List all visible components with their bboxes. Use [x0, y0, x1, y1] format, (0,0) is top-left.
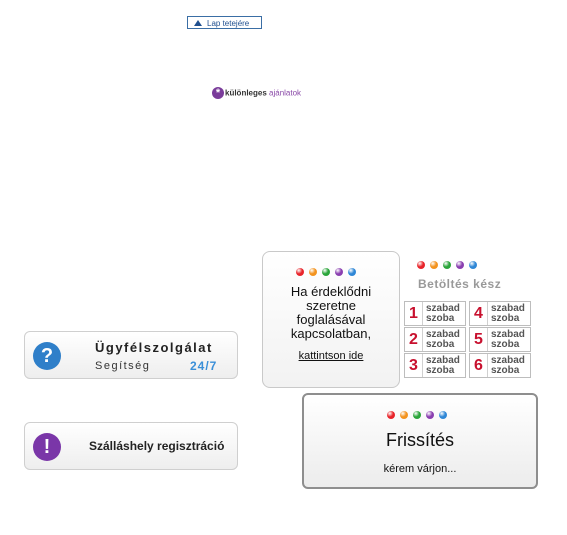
green-dot-icon: [322, 268, 330, 276]
inquiry-line: foglalásával: [296, 312, 366, 327]
room-cell[interactable]: 2 szabad szoba: [404, 327, 466, 352]
inquiry-line: kapcsolatban,: [290, 326, 372, 341]
loading-status: Betöltés kész: [418, 277, 502, 291]
blue-dot-icon: [469, 261, 477, 269]
inquiry-text: Ha érdeklődni szeretne foglalásával kapc…: [263, 285, 399, 341]
inquiry-line: szeretne: [306, 298, 356, 313]
room-type: szoba: [426, 365, 455, 376]
room-type: szoba: [426, 339, 455, 350]
room-number: 6: [470, 354, 488, 377]
purple-dot-icon: [335, 268, 343, 276]
refresh-title: Frissítés: [385, 430, 454, 450]
orange-dot-icon: [309, 268, 317, 276]
exclamation-icon: !: [33, 433, 61, 461]
arrow-up-icon: [194, 20, 202, 26]
purple-dot-icon: [456, 261, 464, 269]
service-subtitle: Segítség: [95, 360, 151, 372]
purple-dot-icon: [426, 411, 434, 419]
room-type: szoba: [491, 339, 520, 350]
back-to-top-link[interactable]: Lap tetejére: [187, 16, 262, 29]
room-cell[interactable]: 6 szabad szoba: [469, 353, 531, 378]
orange-dot-icon: [400, 411, 408, 419]
room-availability-grid: 1 szabad szoba 4 szabad szoba 2 szabad szob…: [404, 301, 532, 378]
offers-word-2: ajánlatok: [269, 88, 302, 98]
special-offers-logo[interactable]: * különleges ajánlatok: [212, 87, 301, 99]
room-cell[interactable]: 3 szabad szoba: [404, 353, 466, 378]
customer-service-button[interactable]: ? Ügyfélszolgálat Segítség 24/7: [24, 331, 238, 379]
orange-dot-icon: [430, 261, 438, 269]
red-dot-icon: [387, 411, 395, 419]
service-hours: 24/7: [190, 359, 218, 373]
status-dots: [417, 261, 477, 269]
room-cell[interactable]: 5 szabad szoba: [469, 327, 531, 352]
room-number: 2: [405, 328, 423, 351]
green-dot-icon: [413, 411, 421, 419]
room-number: 5: [470, 328, 488, 351]
room-number: 3: [405, 354, 423, 377]
question-icon: ?: [33, 342, 61, 370]
back-to-top-label: Lap tetejére: [207, 19, 250, 28]
blue-dot-icon: [439, 411, 447, 419]
inquiry-box: Ha érdeklődni szeretne foglalásával kapc…: [262, 251, 400, 388]
star-icon: *: [212, 87, 224, 99]
blue-dot-icon: [348, 268, 356, 276]
red-dot-icon: [296, 268, 304, 276]
service-title: Ügyfélszolgálat: [95, 340, 213, 355]
room-cell[interactable]: 1 szabad szoba: [404, 301, 466, 326]
loading-dots: [296, 268, 356, 276]
inquiry-link[interactable]: kattintson ide: [263, 350, 399, 362]
room-number: 4: [470, 302, 488, 325]
loading-dots: [387, 411, 447, 419]
room-type: szoba: [426, 313, 455, 324]
offers-word-1: különleges: [225, 88, 267, 98]
inquiry-line: Ha érdeklődni: [290, 284, 372, 299]
green-dot-icon: [443, 261, 451, 269]
red-dot-icon: [417, 261, 425, 269]
room-type: szoba: [491, 313, 520, 324]
room-number: 1: [405, 302, 423, 325]
room-type: szoba: [491, 365, 520, 376]
registration-label: Szálláshely regisztráció: [89, 439, 225, 453]
accommodation-registration-button[interactable]: ! Szálláshely regisztráció: [24, 422, 238, 470]
refresh-dialog: Frissítés kérem várjon...: [302, 393, 538, 489]
refresh-subtitle: kérem várjon...: [383, 463, 457, 475]
room-cell[interactable]: 4 szabad szoba: [469, 301, 531, 326]
